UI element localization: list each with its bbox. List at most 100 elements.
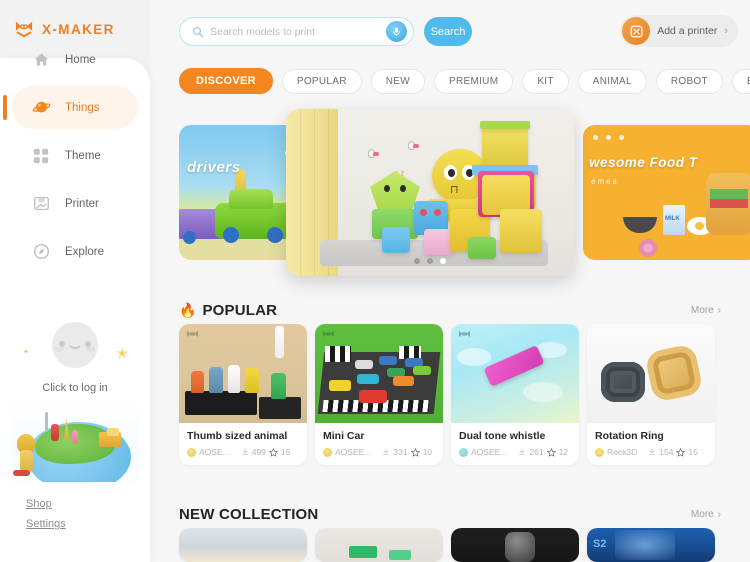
sidebar-item-label-things: Things [65,101,100,114]
card-author: AOSE... [199,447,230,457]
carousel-dot-1[interactable] [414,258,420,264]
model-badge-icon [322,330,335,341]
tab-robot[interactable]: ROBOT [655,68,723,94]
search-input[interactable] [210,25,386,38]
model-badge-icon [458,330,471,341]
card-meta: Rock3D 154 15 [595,447,707,457]
card-downloads: 154 [659,447,674,457]
sidebar-item-home[interactable]: Home [12,38,138,81]
search-button[interactable]: Search [424,17,472,46]
more-link-new-collection[interactable]: More › [691,509,721,520]
search-bar[interactable] [179,17,414,46]
carousel-slide-center[interactable]: z z ⊓ [286,109,574,276]
card-rotation-ring[interactable]: Rotation Ring Rock3D 154 15 [587,324,715,465]
sparkle-icon-small: ✦ [23,349,29,356]
sidebar-item-label-theme: Theme [65,149,101,162]
flame-icon: 🔥 [179,301,197,318]
category-tabs[interactable]: DISCOVER POPULAR NEW PREMIUM KIT ANIMAL … [150,64,750,98]
sidebar-item-theme[interactable]: Theme [12,134,138,177]
star-icon [676,447,686,457]
more-label-new-collection: More [690,508,714,520]
more-link-popular[interactable]: More › [691,305,721,316]
card-meta: AOSEE... 331 10 [323,447,435,457]
avatar-wrap: ✦ ✭ [0,320,150,380]
card-new-2[interactable] [315,528,443,562]
tab-building[interactable]: BUILDING [731,68,750,94]
sidebar: X-MAKER Home Things Theme Printer Explor… [0,0,150,562]
section-header-popular: 🔥 POPULAR More › [179,299,721,321]
chevron-right-icon: › [724,25,728,37]
main-content: Search Add a printer › DISCOVER POPULAR … [150,0,750,562]
add-printer-label: Add a printer [657,25,718,37]
x-maker-logo-icon [14,20,34,38]
section-title-popular: POPULAR [202,301,278,319]
card-new-4[interactable]: S2 [587,528,715,562]
carousel-dot-2[interactable] [427,258,433,264]
download-icon [648,448,656,456]
chevron-right-icon: › [717,508,721,520]
star-icon [546,447,556,457]
tab-discover[interactable]: DISCOVER [179,68,273,94]
tab-popular[interactable]: POPULAR [281,68,362,94]
card-downloads: 261 [529,447,544,457]
microphone-icon[interactable] [386,21,407,42]
star-icon [268,447,278,457]
globe-illustration [11,400,139,482]
home-icon [30,49,52,71]
printer-icon [30,193,52,215]
avatar [52,322,98,368]
author-avatar-icon [595,447,604,457]
card-image [179,324,307,423]
card-likes: 10 [422,447,433,457]
section-title-new-collection: NEW COLLECTION [179,505,319,523]
card-downloads: 499 [251,447,266,457]
carousel-dot-3[interactable] [440,258,446,264]
carousel-dots[interactable] [414,258,446,264]
card-image [315,528,443,562]
sidebar-nav: Home Things Theme Printer Explore [0,38,150,278]
tab-kit[interactable]: KIT [522,68,569,94]
sidebar-item-explore[interactable]: Explore [12,230,138,273]
card-meta: AOSE... 499 15 [187,447,299,457]
login-block[interactable]: ✦ ✭ Click to log in [0,320,150,482]
tab-animal[interactable]: ANIMAL [577,68,647,94]
sidebar-link-shop[interactable]: Shop [26,498,136,510]
banner-carousel[interactable]: drivers z z ⊓ wesome Food T emes MILK [150,103,750,278]
download-icon [518,448,526,456]
tab-new[interactable]: NEW [370,68,425,94]
sidebar-link-settings[interactable]: Settings [26,518,136,530]
author-avatar-icon [459,447,468,457]
tab-premium[interactable]: PREMIUM [434,68,514,94]
card-title: Thumb sized animal [187,430,288,442]
card-body: Dual tone whistle AOSEE... 261 12 [451,423,579,465]
card-meta: AOSEE... 261 12 [459,447,571,457]
card-image: S2 [587,528,715,562]
download-icon [241,448,249,456]
card-new-1[interactable] [179,528,307,562]
card-new-3[interactable] [451,528,579,562]
card-downloads: 331 [393,447,408,457]
top-header: Search Add a printer › [150,0,750,62]
card-body: Rotation Ring Rock3D 154 15 [587,423,715,465]
app-window: X-MAKER Home Things Theme Printer Explor… [0,0,750,562]
card-dual-tone-whistle[interactable]: Dual tone whistle AOSEE... 261 12 [451,324,579,465]
card-thumb-sized-animal[interactable]: Thumb sized animal AOSE... 499 15 [179,324,307,465]
login-prompt[interactable]: Click to log in [0,382,150,394]
card-image [587,324,715,423]
sidebar-item-printer[interactable]: Printer [12,182,138,225]
planet-icon [30,97,52,119]
add-printer-button[interactable]: Add a printer › [620,15,738,47]
download-icon [382,448,390,456]
sidebar-links: Shop Settings [26,498,136,538]
carousel-slide-right[interactable]: wesome Food T emes MILK [583,125,750,260]
sidebar-item-label-home: Home [65,53,96,66]
author-avatar-icon [323,447,332,457]
author-avatar-icon [187,447,196,457]
sidebar-item-things[interactable]: Things [3,86,138,129]
card-image [451,528,579,562]
model-badge-icon [186,330,199,341]
card-mini-car[interactable]: Mini Car AOSEE... 331 10 [315,324,443,465]
search-icon [192,26,204,38]
sidebar-item-label-explore: Explore [65,245,104,258]
card-image [451,324,579,423]
